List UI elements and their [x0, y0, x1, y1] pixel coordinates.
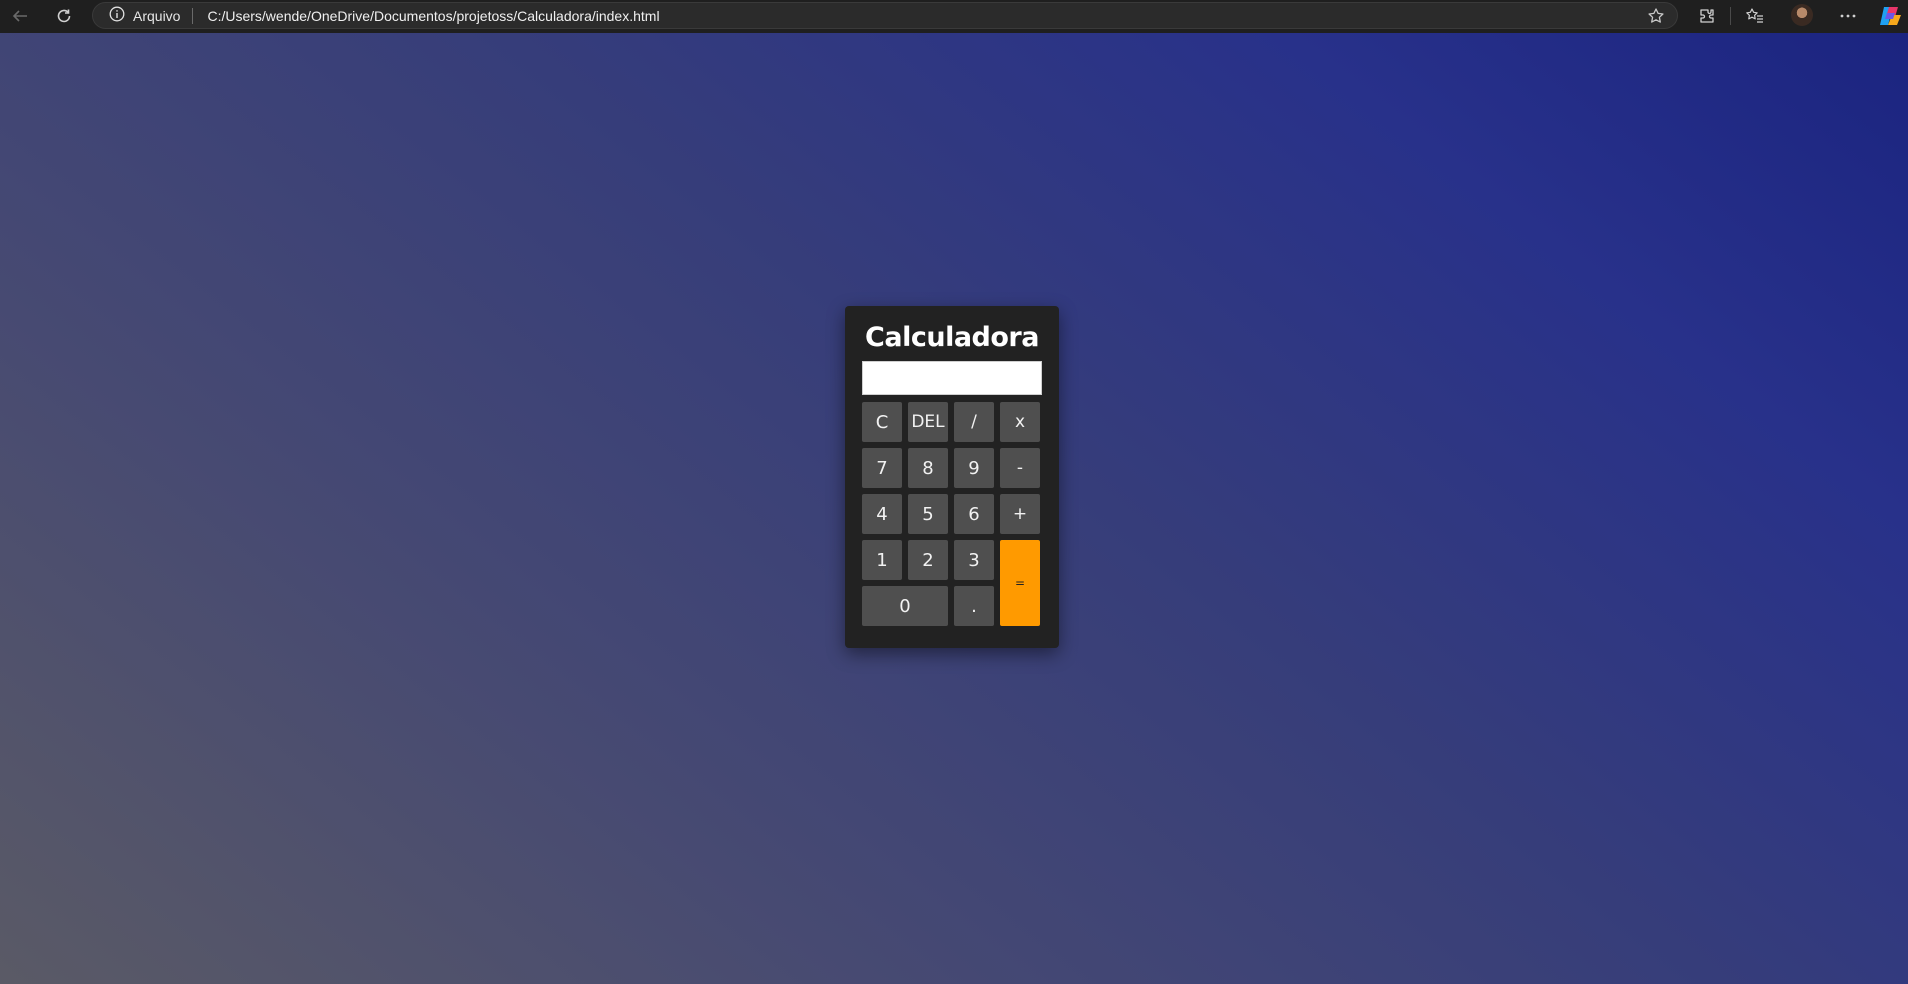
digit-3-button[interactable]: 3: [954, 540, 994, 580]
address-divider: [192, 7, 194, 24]
info-icon: [109, 6, 125, 25]
divide-button[interactable]: /: [954, 402, 994, 442]
clear-button[interactable]: C: [862, 402, 902, 442]
decimal-point-button[interactable]: .: [954, 586, 994, 626]
digit-5-button[interactable]: 5: [908, 494, 948, 534]
digit-2-button[interactable]: 2: [908, 540, 948, 580]
calculator-panel: Calculadora C DEL / x 7 8 9 - 4 5 6 + 1 …: [845, 306, 1059, 648]
digit-9-button[interactable]: 9: [954, 448, 994, 488]
calculator-title: Calculadora: [865, 322, 1039, 353]
keypad: C DEL / x 7 8 9 - 4 5 6 + 1 2 3 = 0 .: [862, 402, 1042, 626]
star-icon[interactable]: [1647, 7, 1665, 30]
digit-8-button[interactable]: 8: [908, 448, 948, 488]
profile-avatar[interactable]: [1791, 4, 1813, 26]
multiply-button[interactable]: x: [1000, 402, 1040, 442]
page-background: Calculadora C DEL / x 7 8 9 - 4 5 6 + 1 …: [0, 33, 1908, 984]
back-arrow-icon[interactable]: [6, 3, 34, 29]
plus-button[interactable]: +: [1000, 494, 1040, 534]
browser-toolbar: Arquivo C:/Users/wende/OneDrive/Document…: [0, 0, 1908, 33]
more-icon[interactable]: [1834, 3, 1862, 29]
copilot-icon[interactable]: [1878, 3, 1904, 29]
url-text[interactable]: C:/Users/wende/OneDrive/Documentos/proje…: [207, 8, 659, 24]
digit-7-button[interactable]: 7: [862, 448, 902, 488]
calculator-display[interactable]: [862, 361, 1042, 395]
toolbar-divider: [1730, 7, 1731, 25]
digit-4-button[interactable]: 4: [862, 494, 902, 534]
digit-0-button[interactable]: 0: [862, 586, 948, 626]
digit-1-button[interactable]: 1: [862, 540, 902, 580]
digit-6-button[interactable]: 6: [954, 494, 994, 534]
extensions-icon[interactable]: [1693, 3, 1721, 29]
minus-button[interactable]: -: [1000, 448, 1040, 488]
delete-button[interactable]: DEL: [908, 402, 948, 442]
favorites-icon[interactable]: [1741, 3, 1769, 29]
address-bar[interactable]: Arquivo C:/Users/wende/OneDrive/Document…: [92, 2, 1678, 29]
site-info-label: Arquivo: [133, 7, 181, 24]
site-info-button[interactable]: Arquivo: [93, 3, 192, 28]
refresh-icon[interactable]: [50, 3, 78, 29]
equals-button[interactable]: =: [1000, 540, 1040, 626]
